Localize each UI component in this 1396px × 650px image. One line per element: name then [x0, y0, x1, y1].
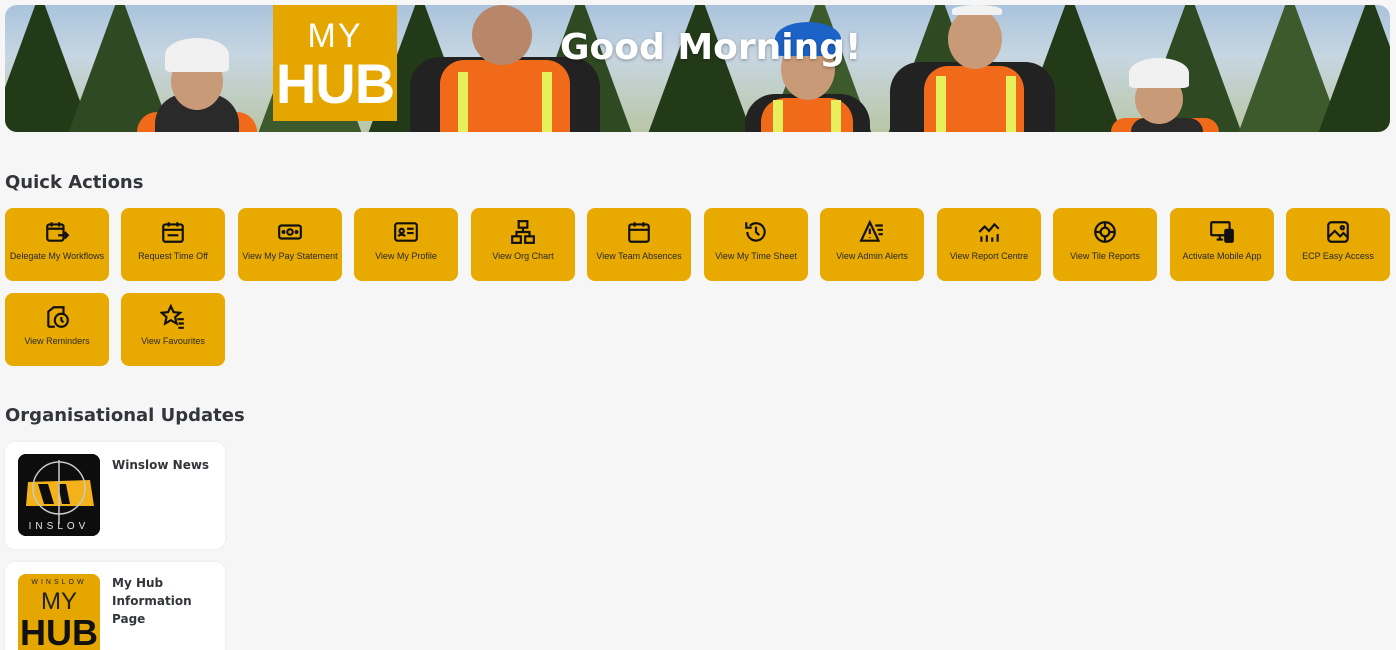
line-chart-icon	[975, 218, 1003, 246]
tile-view-tile-reports[interactable]: View Tile Reports	[1053, 208, 1157, 281]
tile-view-report-centre[interactable]: View Report Centre	[937, 208, 1041, 281]
tile-view-reminders[interactable]: View Reminders	[5, 293, 109, 366]
delegate-icon	[43, 218, 71, 246]
favourite-list-icon	[159, 303, 187, 331]
card-title: Winslow News	[112, 458, 210, 472]
tile-label: View Team Absences	[596, 251, 682, 261]
tile-delegate-my-workflows[interactable]: Delegate My Workflows	[5, 208, 109, 281]
my-hub-logo: MY HUB	[273, 5, 397, 121]
my-hub-logo: WINSLOW MY HUB	[18, 574, 100, 650]
organisational-updates-title: Organisational Updates	[5, 405, 245, 426]
tile-label: Delegate My Workflows	[9, 251, 105, 261]
tile-view-my-pay-statement[interactable]: View My Pay Statement	[238, 208, 342, 281]
calendar-icon	[159, 218, 187, 246]
tile-view-admin-alerts[interactable]: View Admin Alerts	[820, 208, 924, 281]
tile-label: View Report Centre	[949, 251, 1029, 261]
tile-view-my-profile[interactable]: View My Profile	[354, 208, 458, 281]
logo-line-hub: HUB	[20, 612, 98, 650]
profile-card-icon	[392, 218, 420, 246]
tile-label: View My Profile	[375, 251, 437, 261]
tile-label: View My Pay Statement	[242, 251, 338, 261]
winslow-logo-text: INSLOV	[28, 521, 90, 532]
logo-winslow-text: WINSLOW	[31, 579, 87, 586]
tile-label: View Org Chart	[492, 251, 554, 261]
history-icon	[742, 218, 770, 246]
tile-label: Activate Mobile App	[1182, 251, 1262, 261]
tile-view-my-time-sheet[interactable]: View My Time Sheet	[704, 208, 808, 281]
update-card-winslow-news[interactable]: INSLOV Winslow News	[5, 442, 225, 549]
reminder-icon	[43, 303, 71, 331]
tile-request-time-off[interactable]: Request Time Off	[121, 208, 225, 281]
org-chart-icon	[509, 218, 537, 246]
tile-label: Request Time Off	[138, 251, 208, 261]
worker-photo	[410, 5, 600, 132]
alert-list-icon	[858, 218, 886, 246]
worker-photo	[1105, 52, 1225, 132]
update-card-my-hub-information[interactable]: WINSLOW MY HUB My Hub Information Page	[5, 562, 225, 650]
tile-view-org-chart[interactable]: View Org Chart	[471, 208, 575, 281]
tile-label: View My Time Sheet	[715, 251, 797, 261]
greeting-text: Good Morning!	[560, 27, 862, 68]
tile-label: View Favourites	[141, 336, 205, 346]
desktop-mobile-icon	[1208, 218, 1236, 246]
tile-view-team-absences[interactable]: View Team Absences	[587, 208, 691, 281]
tile-view-favourites[interactable]: View Favourites	[121, 293, 225, 366]
winslow-logo: INSLOV	[18, 454, 100, 536]
money-icon	[276, 218, 304, 246]
calendar-icon	[625, 218, 653, 246]
tile-label: View Reminders	[24, 336, 90, 346]
tile-activate-mobile-app[interactable]: Activate Mobile App	[1170, 208, 1274, 281]
quick-actions-title: Quick Actions	[5, 172, 144, 193]
tile-ecp-easy-access[interactable]: ECP Easy Access	[1286, 208, 1390, 281]
image-icon	[1324, 218, 1352, 246]
hero-banner: MY HUB Good Morning!	[5, 5, 1390, 132]
worker-photo	[890, 5, 1055, 132]
card-title: My Hub Information Page	[112, 576, 192, 626]
tile-label: View Admin Alerts	[836, 251, 908, 261]
tile-label: ECP Easy Access	[1302, 251, 1374, 261]
worker-photo	[127, 22, 267, 132]
tile-label: View Tile Reports	[1070, 251, 1140, 261]
logo-line-hub: HUB	[275, 52, 395, 115]
target-icon	[1091, 218, 1119, 246]
